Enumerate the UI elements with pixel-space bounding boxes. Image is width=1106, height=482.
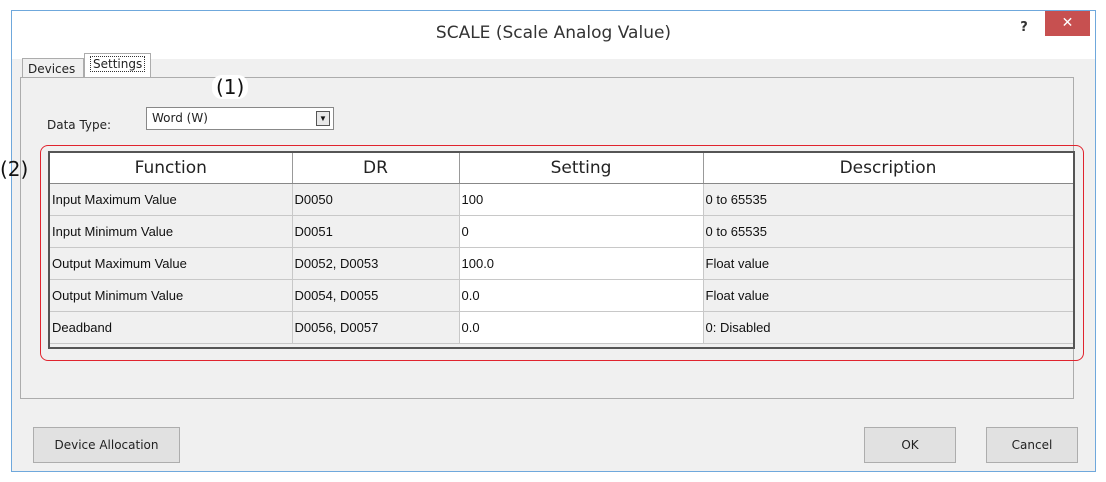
column-header-description: Description: [703, 153, 1073, 184]
settings-grid: Function DR Setting Description Input Ma…: [48, 151, 1075, 349]
function-cell: Output Minimum Value: [50, 279, 293, 312]
table-row: Deadband D0056, D0057 0.0 0: Disabled: [50, 311, 1073, 344]
tab-settings[interactable]: Settings: [84, 53, 151, 77]
setting-cell[interactable]: 0.0: [459, 311, 704, 344]
setting-cell[interactable]: 100.0: [459, 247, 704, 280]
tab-devices[interactable]: Devices: [22, 58, 84, 78]
column-header-function: Function: [50, 153, 293, 184]
callout-1: (1): [212, 75, 249, 99]
table-row: Output Maximum Value D0052, D0053 100.0 …: [50, 247, 1073, 280]
table-header-row: Function DR Setting Description: [50, 153, 1073, 184]
table-row: Input Maximum Value D0050 100 0 to 65535: [50, 183, 1073, 216]
dr-cell: D0052, D0053: [292, 247, 460, 280]
ok-button[interactable]: OK: [864, 427, 956, 463]
dr-cell: D0051: [292, 215, 460, 248]
tab-settings-label: Settings: [90, 56, 146, 72]
table-row: Output Minimum Value D0054, D0055 0.0 Fl…: [50, 279, 1073, 312]
setting-cell[interactable]: 0: [459, 215, 704, 248]
function-cell: Input Minimum Value: [50, 215, 293, 248]
data-type-value: Word (W): [152, 111, 208, 125]
chevron-down-icon[interactable]: ▼: [316, 111, 330, 126]
dr-cell: D0054, D0055: [292, 279, 460, 312]
dr-cell: D0056, D0057: [292, 311, 460, 344]
help-button[interactable]: ?: [1013, 18, 1035, 38]
data-type-label: Data Type:: [47, 118, 112, 132]
description-cell: Float value: [703, 247, 1073, 280]
callout-2: (2): [0, 157, 29, 181]
description-cell: Float value: [703, 279, 1073, 312]
table-row: Input Minimum Value D0051 0 0 to 65535: [50, 215, 1073, 248]
setting-cell[interactable]: 0.0: [459, 279, 704, 312]
column-header-setting: Setting: [459, 153, 704, 184]
column-header-dr: DR: [292, 153, 460, 184]
data-type-dropdown[interactable]: Word (W) ▼: [146, 107, 334, 130]
title-bar: SCALE (Scale Analog Value) ? ✕: [12, 11, 1095, 59]
description-cell: 0: Disabled: [703, 311, 1073, 344]
settings-table: Function DR Setting Description Input Ma…: [50, 153, 1073, 344]
dr-cell: D0050: [292, 183, 460, 216]
function-cell: Deadband: [50, 311, 293, 344]
dialog-title: SCALE (Scale Analog Value): [435, 23, 672, 43]
description-cell: 0 to 65535: [703, 215, 1073, 248]
cancel-button[interactable]: Cancel: [986, 427, 1078, 463]
device-allocation-button[interactable]: Device Allocation: [33, 427, 180, 463]
close-button[interactable]: ✕: [1045, 11, 1090, 36]
function-cell: Input Maximum Value: [50, 183, 293, 216]
setting-cell[interactable]: 100: [459, 183, 704, 216]
function-cell: Output Maximum Value: [50, 247, 293, 280]
description-cell: 0 to 65535: [703, 183, 1073, 216]
